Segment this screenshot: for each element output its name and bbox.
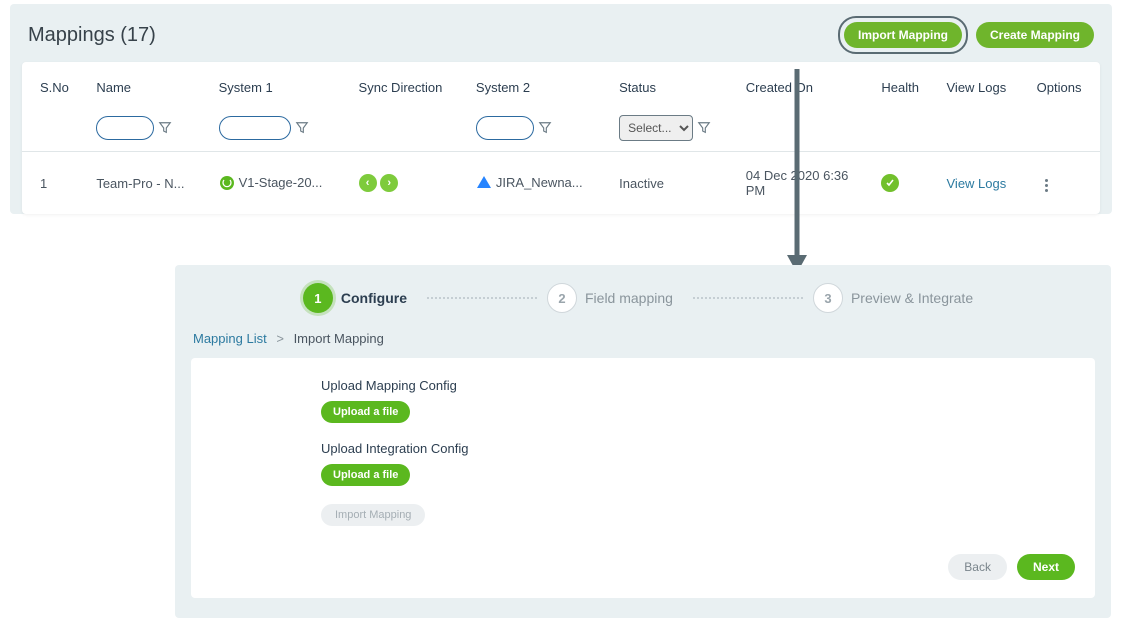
import-mapping-button[interactable]: Import Mapping xyxy=(844,22,962,48)
upload-integration-file-button[interactable]: Upload a file xyxy=(321,464,410,486)
upload-mapping-file-button[interactable]: Upload a file xyxy=(321,401,410,423)
cell-status: Inactive xyxy=(609,152,736,215)
import-mapping-submit-button[interactable]: Import Mapping xyxy=(321,504,425,526)
breadcrumb-sep: > xyxy=(276,331,284,346)
sync-right-icon: › xyxy=(380,174,398,192)
breadcrumb: Mapping List > Import Mapping xyxy=(175,327,1111,358)
breadcrumb-root-link[interactable]: Mapping List xyxy=(193,331,267,346)
filter-icon[interactable] xyxy=(295,121,309,135)
filter-system1-input[interactable] xyxy=(219,116,291,140)
cell-health xyxy=(871,152,936,215)
col-logs: View Logs xyxy=(937,62,1027,109)
next-button[interactable]: Next xyxy=(1017,554,1075,580)
col-health: Health xyxy=(871,62,936,109)
page-title: Mappings (17) xyxy=(28,24,156,47)
stepper: 1 Configure 2 Field mapping 3 Preview & … xyxy=(175,265,1111,327)
filter-system2-input[interactable] xyxy=(476,116,534,140)
cell-system1: V1-Stage-20... xyxy=(209,152,349,215)
cell-sno: 1 xyxy=(22,152,86,215)
breadcrumb-current: Import Mapping xyxy=(294,331,384,346)
step-1-circle: 1 xyxy=(303,283,333,313)
col-created: Created On xyxy=(736,62,872,109)
cell-name: Team-Pro - N... xyxy=(86,152,208,215)
step-3-circle: 3 xyxy=(813,283,843,313)
cell-system2: JIRA_Newna... xyxy=(466,152,609,215)
filter-name-input[interactable] xyxy=(96,116,154,140)
health-ok-icon xyxy=(881,174,899,192)
step-3-label: Preview & Integrate xyxy=(851,290,973,306)
filter-icon[interactable] xyxy=(538,121,552,135)
step-1-label: Configure xyxy=(341,290,407,306)
col-status: Status xyxy=(609,62,736,109)
cell-created: 04 Dec 2020 6:36 PM xyxy=(736,152,872,215)
col-system1: System 1 xyxy=(209,62,349,109)
versionone-icon xyxy=(219,175,235,191)
col-system2: System 2 xyxy=(466,62,609,109)
cell-sync: ‹ › xyxy=(349,152,466,215)
upload-integration-label: Upload Integration Config xyxy=(321,441,1075,456)
filter-status-select[interactable]: Select... xyxy=(619,115,693,141)
col-sno: S.No xyxy=(22,62,86,109)
import-mapping-highlight: Import Mapping xyxy=(838,16,968,54)
jira-icon xyxy=(476,175,492,191)
filter-icon[interactable] xyxy=(158,121,172,135)
col-sync: Sync Direction xyxy=(349,62,466,109)
table-row: 1 Team-Pro - N... V1-Stage-20... ‹ › JIR… xyxy=(22,152,1100,215)
filter-icon[interactable] xyxy=(697,121,711,135)
view-logs-link[interactable]: View Logs xyxy=(947,176,1007,191)
step-2-label: Field mapping xyxy=(585,290,673,306)
sync-left-icon: ‹ xyxy=(359,174,377,192)
step-2-circle: 2 xyxy=(547,283,577,313)
options-menu-button[interactable] xyxy=(1037,176,1057,196)
upload-mapping-label: Upload Mapping Config xyxy=(321,378,1075,393)
create-mapping-button[interactable]: Create Mapping xyxy=(976,22,1094,48)
back-button[interactable]: Back xyxy=(948,554,1007,580)
col-name: Name xyxy=(86,62,208,109)
col-options: Options xyxy=(1027,62,1100,109)
